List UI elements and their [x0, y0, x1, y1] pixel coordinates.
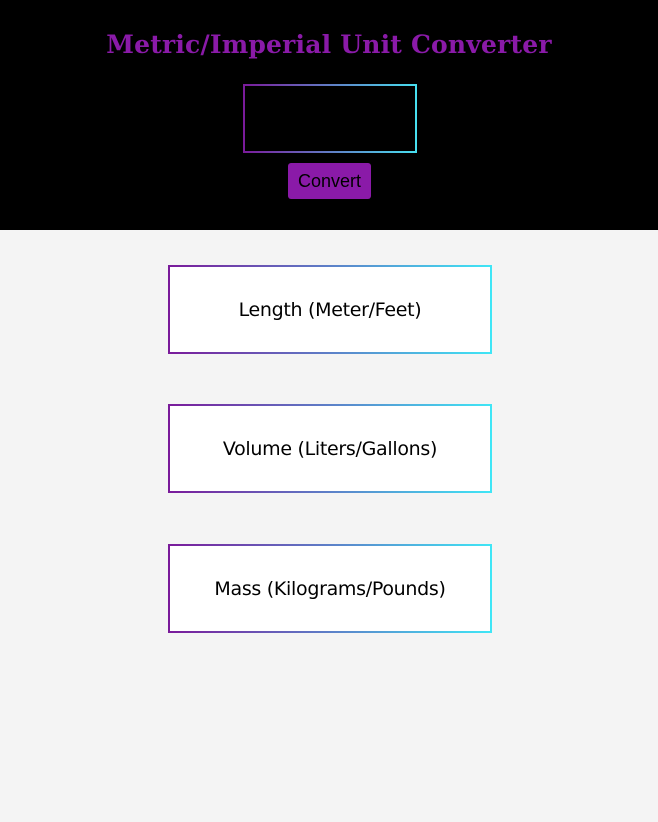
mass-card: Mass (Kilograms/Pounds)	[168, 544, 492, 633]
convert-button[interactable]: Convert	[288, 163, 371, 199]
header: Metric/Imperial Unit Converter Convert	[0, 0, 658, 230]
volume-card-title: Volume (Liters/Gallons)	[222, 437, 438, 460]
number-input-frame	[243, 84, 417, 153]
length-card-title: Length (Meter/Feet)	[238, 298, 422, 321]
length-card: Length (Meter/Feet)	[168, 265, 492, 354]
mass-card-title: Mass (Kilograms/Pounds)	[214, 577, 446, 600]
page-title: Metric/Imperial Unit Converter	[106, 30, 552, 59]
volume-card: Volume (Liters/Gallons)	[168, 404, 492, 493]
number-input[interactable]	[245, 86, 415, 151]
